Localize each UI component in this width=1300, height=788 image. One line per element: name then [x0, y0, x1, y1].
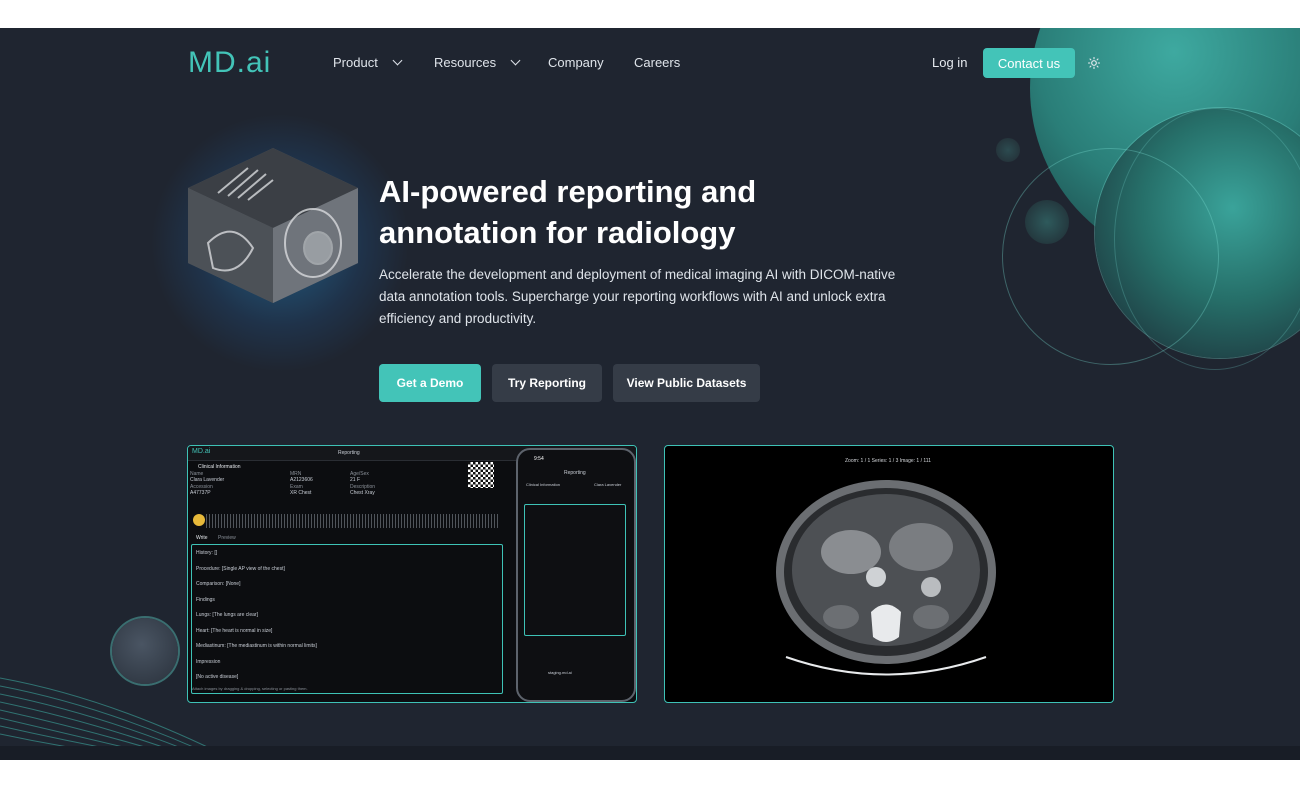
- field-value: A47737P: [190, 490, 211, 496]
- report-line: [No active disease]: [196, 674, 239, 680]
- hero-subtitle: Accelerate the development and deploymen…: [379, 267, 896, 326]
- field-value: Clara Lavender: [190, 477, 225, 483]
- nav-item-product-label: Product: [333, 55, 378, 70]
- hero-title-line2: annotation for radiology: [379, 215, 736, 250]
- audio-waveform: [206, 514, 499, 528]
- phone-title: Reporting: [564, 470, 586, 476]
- play-icon[interactable]: [193, 514, 205, 526]
- phone-url: staging.md.ai: [548, 670, 572, 675]
- decor-dot-small: [996, 138, 1020, 162]
- chevron-down-icon: [392, 55, 403, 66]
- report-line: Procedure: [Single AP view of the chest]: [196, 566, 285, 572]
- tab-preview[interactable]: Preview: [218, 535, 236, 541]
- chevron-down-icon: [510, 55, 521, 66]
- view-datasets-button[interactable]: View Public Datasets: [613, 364, 760, 402]
- ct-viewer-preview: Zoom: 1 / 1 Series: 1 / 3 Image: 1 / 111: [664, 445, 1114, 703]
- report-line: Heart: [The heart is normal in size]: [196, 628, 273, 634]
- report-editor[interactable]: History: [] Procedure: [Single AP view o…: [191, 544, 503, 694]
- tab-write[interactable]: Write: [196, 535, 208, 541]
- nav-item-careers[interactable]: Careers: [634, 55, 680, 70]
- phone-editor[interactable]: [524, 504, 626, 636]
- report-line: Findings: [196, 597, 215, 603]
- get-demo-button[interactable]: Get a Demo: [379, 364, 481, 402]
- report-line: History: []: [196, 550, 218, 556]
- decor-ring-outer: [1114, 108, 1300, 370]
- phone-mockup: 9:54 Reporting Clinical Information Clar…: [516, 448, 636, 702]
- field-value: XR Chest: [290, 490, 312, 496]
- nav-item-resources[interactable]: Resources: [434, 55, 521, 70]
- contact-us-button[interactable]: Contact us: [983, 48, 1075, 78]
- phone-patient: Clara Lavender: [594, 482, 622, 487]
- reporting-title: Reporting: [338, 450, 360, 456]
- field-value: 21 F: [350, 477, 361, 483]
- phone-section: Clinical Information: [526, 482, 561, 487]
- report-line: Lungs: [The lungs are clear]: [196, 612, 258, 618]
- phone-time: 9:54: [534, 456, 544, 462]
- qr-code: [468, 462, 494, 488]
- hero-title-line1: AI-powered reporting and: [379, 174, 757, 209]
- footer-band: [0, 746, 1300, 760]
- report-line: Comparison: [None]: [196, 581, 241, 587]
- theme-toggle-icon[interactable]: [1088, 57, 1100, 69]
- decor-dot: [1025, 200, 1069, 244]
- field-value: A2123606: [290, 477, 313, 483]
- report-line: Mediastinum: [The mediastinum is within …: [196, 643, 317, 649]
- field-value: Chest Xray: [350, 490, 375, 496]
- login-link[interactable]: Log in: [932, 55, 967, 70]
- editor-footer: Attach images by dragging & dropping, se…: [192, 686, 308, 691]
- ct-scan-image: [776, 480, 996, 676]
- nav-item-product[interactable]: Product: [333, 55, 403, 70]
- reporting-app-preview: MD.ai Reporting Clinical Information Nam…: [187, 445, 637, 703]
- report-line: Impression: [196, 659, 221, 665]
- nav-item-resources-label: Resources: [434, 55, 497, 70]
- nav-item-company[interactable]: Company: [548, 55, 604, 70]
- logo[interactable]: MD.ai: [188, 46, 271, 80]
- medical-imaging-cube-icon: [188, 148, 358, 303]
- try-reporting-button[interactable]: Try Reporting: [492, 364, 602, 402]
- nav-item-company-label: Company: [548, 55, 604, 70]
- hero-title: AI-powered reporting and annotation for …: [379, 171, 899, 253]
- reporting-logo: MD.ai: [192, 448, 211, 455]
- nav-item-careers-label: Careers: [634, 55, 681, 70]
- page-frame: MD.ai Product Resources Company Careers …: [0, 28, 1300, 760]
- clinical-info-heading: Clinical Information: [198, 464, 241, 470]
